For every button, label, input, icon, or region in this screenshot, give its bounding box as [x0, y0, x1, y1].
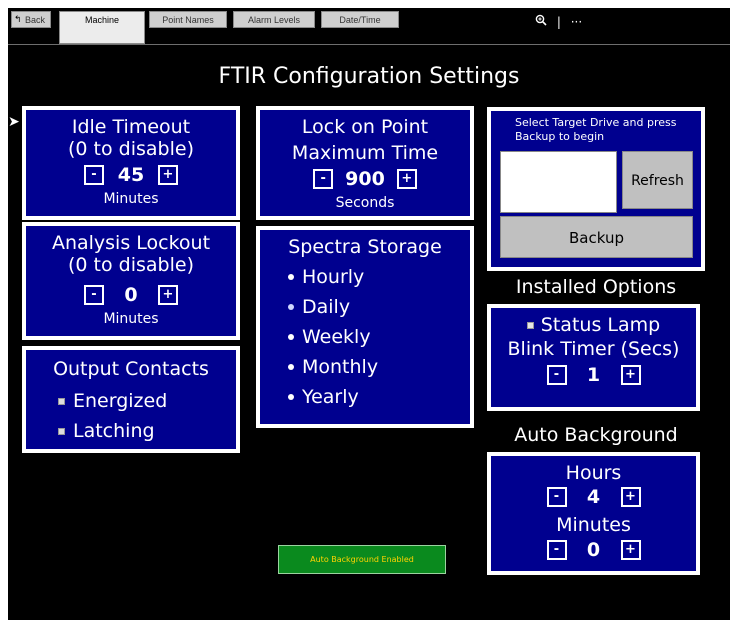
idle-timeout-panel: Idle Timeout (0 to disable) - 45 + Minut… [22, 106, 240, 220]
spectra-option-yearly[interactable]: Yearly [288, 382, 470, 412]
lock-on-point-value[interactable]: 900 [345, 168, 385, 190]
energized-checkbox[interactable]: Energized [58, 386, 236, 416]
spectra-storage-title: Spectra Storage [288, 236, 442, 258]
spectra-option-hourly[interactable]: Hourly [288, 262, 470, 292]
lock-on-point-stepper: - 900 + [260, 164, 470, 194]
auto-background-heading: Auto Background [514, 424, 678, 446]
viewer-toolbar: | ··· [535, 14, 588, 29]
radio-icon [288, 394, 294, 400]
status-lamp-label: Status Lamp [540, 314, 661, 336]
analysis-lockout-decrement-button[interactable]: - [84, 285, 104, 305]
hours-label: Hours [565, 462, 622, 484]
analysis-lockout-value[interactable]: 0 [116, 284, 146, 306]
installed-options-panel: Status Lamp Blink Timer (Secs) - 1 + [487, 304, 700, 411]
spectra-option-monthly[interactable]: Monthly [288, 352, 470, 382]
minutes-increment-button[interactable]: + [620, 540, 641, 560]
analysis-lockout-panel: Analysis Lockout (0 to disable) - 0 + Mi… [22, 222, 240, 340]
checkbox-icon [526, 321, 534, 329]
idle-timeout-increment-button[interactable]: + [158, 165, 178, 185]
spectra-option-weekly[interactable]: Weekly [288, 322, 470, 352]
yearly-label: Yearly [302, 386, 359, 408]
blink-timer-label: Blink Timer (Secs) [507, 338, 680, 360]
lock-on-point-panel: Lock on Point Maximum Time - 900 + Secon… [256, 106, 474, 220]
hmi-screen: ↰ Back Machine Point Names Alarm Levels … [8, 8, 730, 620]
hours-stepper: - 4 + [491, 484, 696, 510]
lock-on-point-subtitle: Maximum Time [291, 142, 439, 164]
backup-panel: Select Target Drive and press Backup to … [487, 107, 705, 271]
lock-on-point-decrement-button[interactable]: - [313, 169, 334, 189]
page-title: FTIR Configuration Settings [218, 64, 520, 89]
idle-timeout-decrement-button[interactable]: - [84, 165, 104, 185]
checkbox-icon [58, 397, 65, 405]
spectra-storage-options: Hourly Daily Weekly Monthly Yearly [260, 262, 470, 412]
back-label: Back [24, 15, 45, 25]
idle-timeout-unit: Minutes [103, 191, 159, 207]
minutes-stepper: - 0 + [491, 536, 696, 564]
output-contacts-list: Energized Latching [26, 386, 236, 446]
auto-background-panel: Hours - 4 + Minutes - 0 + [487, 452, 700, 575]
target-drive-list[interactable] [500, 151, 617, 213]
idle-timeout-stepper: - 45 + [26, 160, 236, 190]
back-button[interactable]: ↰ Back [11, 11, 51, 28]
latching-label: Latching [73, 420, 155, 442]
installed-options-heading: Installed Options [515, 276, 677, 298]
output-contacts-title: Output Contacts [53, 358, 209, 380]
blink-timer-increment-button[interactable]: + [620, 365, 641, 385]
hours-value[interactable]: 4 [579, 486, 609, 508]
radio-icon [288, 274, 294, 280]
more-options-icon[interactable]: ··· [571, 15, 582, 29]
radio-icon [288, 304, 294, 310]
idle-timeout-hint: (0 to disable) [68, 138, 194, 160]
checkbox-icon [58, 427, 65, 435]
back-arrow-icon: ↰ [14, 14, 22, 24]
auto-background-status-button[interactable]: Auto Background Enabled [278, 545, 446, 574]
latching-checkbox[interactable]: Latching [58, 416, 236, 446]
tab-point-names[interactable]: Point Names [149, 11, 227, 28]
blink-timer-value[interactable]: 1 [579, 364, 609, 386]
zoom-icon[interactable] [535, 14, 547, 29]
radio-icon [288, 334, 294, 340]
analysis-lockout-unit: Minutes [103, 311, 159, 327]
lock-on-point-title: Lock on Point [301, 116, 429, 138]
tab-machine[interactable]: Machine [59, 11, 145, 44]
spectra-storage-panel: Spectra Storage Hourly Daily Weekly Mont… [256, 226, 474, 428]
minutes-value[interactable]: 0 [579, 539, 609, 561]
toolbar-separator: | [556, 15, 561, 29]
tab-date-time[interactable]: Date/Time [321, 11, 399, 28]
idle-timeout-value[interactable]: 45 [116, 164, 146, 186]
analysis-lockout-stepper: - 0 + [26, 280, 236, 310]
minutes-label: Minutes [556, 514, 631, 536]
analysis-lockout-increment-button[interactable]: + [158, 285, 178, 305]
top-nav-bar: ↰ Back Machine Point Names Alarm Levels … [8, 8, 730, 48]
mouse-cursor-icon: ➤ [8, 114, 20, 130]
lock-on-point-increment-button[interactable]: + [396, 169, 417, 189]
minutes-decrement-button[interactable]: - [546, 540, 567, 560]
output-contacts-panel: Output Contacts Energized Latching [22, 346, 240, 453]
hours-increment-button[interactable]: + [620, 487, 641, 507]
radio-icon [288, 364, 294, 370]
tab-alarm-levels[interactable]: Alarm Levels [233, 11, 315, 28]
monthly-label: Monthly [302, 356, 379, 378]
analysis-lockout-title: Analysis Lockout [51, 232, 211, 254]
backup-instructions: Select Target Drive and press Backup to … [515, 116, 677, 143]
blink-timer-stepper: - 1 + [491, 360, 696, 390]
weekly-label: Weekly [302, 326, 371, 348]
energized-label: Energized [73, 390, 168, 412]
hourly-label: Hourly [302, 266, 365, 288]
top-divider [8, 44, 730, 45]
status-lamp-option[interactable]: Status Lamp [491, 314, 696, 336]
refresh-button[interactable]: Refresh [622, 151, 693, 209]
blink-timer-decrement-button[interactable]: - [546, 365, 567, 385]
daily-label: Daily [302, 296, 351, 318]
analysis-lockout-hint: (0 to disable) [68, 254, 194, 276]
backup-button[interactable]: Backup [500, 216, 693, 258]
spectra-option-daily[interactable]: Daily [288, 292, 470, 322]
lock-on-point-unit: Seconds [335, 195, 395, 211]
hours-decrement-button[interactable]: - [546, 487, 567, 507]
idle-timeout-title: Idle Timeout [71, 116, 191, 138]
